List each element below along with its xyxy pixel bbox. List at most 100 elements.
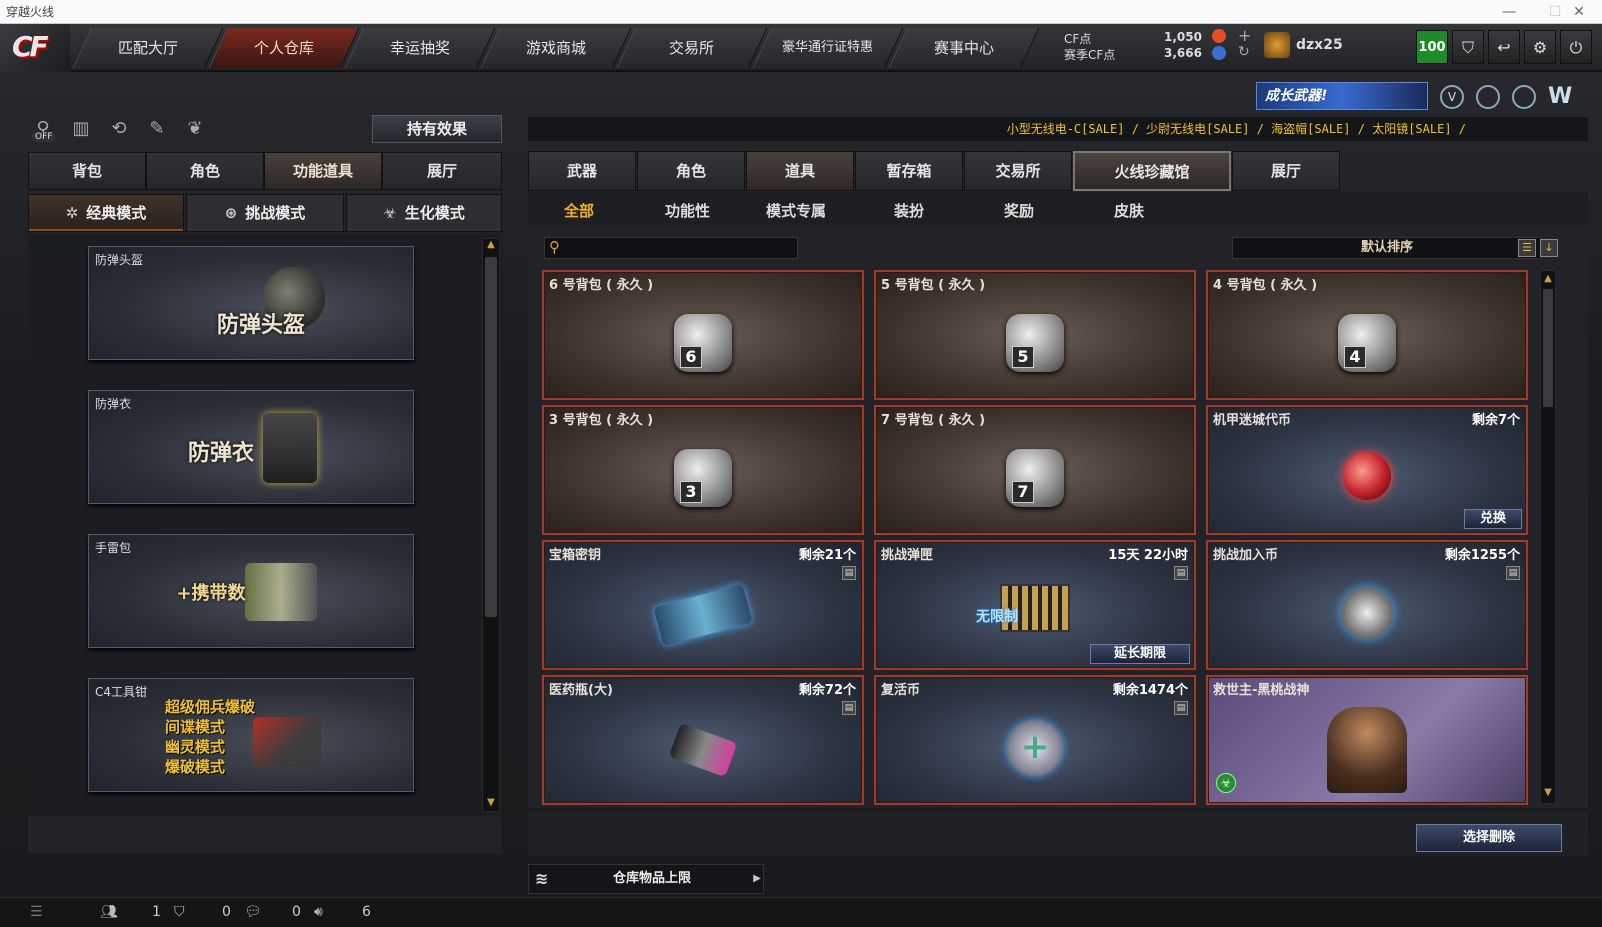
held-effects-button[interactable]: 持有效果 <box>372 115 502 143</box>
trash-icon[interactable]: ▤ <box>1174 701 1188 715</box>
volume-icon[interactable]: 🔊︎ <box>314 904 323 920</box>
c4-mode-line: 间谍模式 <box>165 718 226 736</box>
scroll-down-arrow-icon[interactable]: ▼ <box>484 796 498 810</box>
tab-character[interactable]: 角色 <box>146 152 264 190</box>
starburst-icon[interactable] <box>1512 85 1536 109</box>
ranking-icon[interactable]: ▥ <box>68 116 94 142</box>
storage-capacity-bar[interactable]: ≋ 仓库物品上限 ▶ <box>528 864 764 894</box>
left-scroll-thumb[interactable] <box>485 257 497 617</box>
sort-order-icon[interactable]: ↓ <box>1540 239 1558 257</box>
nav-tab-lucky-draw[interactable]: 幸运抽奖 <box>344 28 496 68</box>
refresh-icon[interactable]: ↻ <box>1238 44 1250 60</box>
nav-tab-battle-pass[interactable]: 豪华通行证特惠 <box>752 28 904 68</box>
trash-icon[interactable]: ▤ <box>842 701 856 715</box>
trash-icon[interactable]: ▤ <box>1174 566 1188 580</box>
item-card-challenge-coin[interactable]: 挑战加入币 剩余1255个 ▤ <box>1206 540 1528 670</box>
return-icon[interactable]: ↩ <box>1488 30 1520 64</box>
subtab-functional[interactable]: 功能性 <box>665 200 710 221</box>
expand-arrow-icon[interactable]: ▶ <box>753 865 761 893</box>
clan-shield-icon[interactable]: ⛉ <box>174 904 185 920</box>
scroll-up-arrow-icon[interactable]: ▲ <box>1541 272 1555 286</box>
friends-icon[interactable]: 👥︎ <box>100 904 118 920</box>
item-card-bag-7[interactable]: 7 号背包 ( 永久 ) 7 <box>874 405 1196 535</box>
tab-trade[interactable]: 交易所 <box>964 151 1072 191</box>
list-view-icon[interactable]: ☰ <box>1518 239 1536 257</box>
item-card-bag-3[interactable]: 3 号背包 ( 永久 ) 3 <box>542 405 864 535</box>
item-card-mech-token[interactable]: 机甲迷城代币 剩余7个 兑换 <box>1206 405 1528 535</box>
mode-biochemical[interactable]: ☣ 生化模式 <box>346 194 502 232</box>
vip-w-icon[interactable]: W <box>1548 85 1576 109</box>
level-badge[interactable]: 100 <box>1416 30 1448 64</box>
spray-icon[interactable]: ✎ <box>144 116 170 142</box>
c4-mode-list: 超级佣兵爆破 间谍模式 幽灵模式 爆破模式 <box>165 697 255 777</box>
close-button[interactable]: ✕ <box>1556 0 1602 24</box>
item-card-vest[interactable]: 防弹衣 防弹衣 <box>88 390 414 504</box>
mode-challenge[interactable]: ⊛ 挑战模式 <box>186 194 344 232</box>
nav-tab-personal-storage[interactable]: 个人仓库 <box>208 28 360 68</box>
subtab-rewards[interactable]: 奖励 <box>1004 200 1034 221</box>
nav-tab-event-center[interactable]: 赛事中心 <box>888 28 1040 68</box>
item-card-chest-key[interactable]: 宝箱密钥 剩余21个 ▤ <box>542 540 864 670</box>
tab-collection-hall[interactable]: 火线珍藏馆 <box>1073 151 1231 191</box>
extend-duration-button[interactable]: 延长期限 <box>1090 644 1190 664</box>
item-card-bag-5[interactable]: 5 号背包 ( 永久 ) 5 <box>874 270 1196 400</box>
select-delete-button[interactable]: 选择删除 <box>1416 824 1562 852</box>
nav-tab-match-lobby[interactable]: 匹配大厅 <box>72 28 224 68</box>
trash-icon[interactable]: ▤ <box>842 566 856 580</box>
scroll-up-arrow-icon[interactable]: ▲ <box>484 238 498 252</box>
mode-classic[interactable]: ✲ 经典模式 <box>28 194 184 232</box>
item-card-helmet[interactable]: 防弹头盔 防弹头盔 <box>88 246 414 360</box>
item-count: 剩余1474个 <box>1112 683 1188 698</box>
off-label: OFF <box>32 132 56 142</box>
tab-functional-items[interactable]: 功能道具 <box>264 152 382 190</box>
nav-tab-game-mall[interactable]: 游戏商城 <box>480 28 632 68</box>
subtab-all[interactable]: 全部 <box>564 200 594 221</box>
left-scrollbar[interactable] <box>482 238 500 812</box>
tab-showroom[interactable]: 展厅 <box>382 152 502 190</box>
sort-dropdown[interactable]: 默认排序 <box>1232 237 1542 259</box>
item-title: 挑战弹匣 <box>881 548 934 563</box>
tab-right-showroom[interactable]: 展厅 <box>1232 151 1340 191</box>
v-badge-icon[interactable]: V <box>1440 85 1464 109</box>
mouse-icon[interactable]: ❦ <box>182 116 208 142</box>
subtab-skins[interactable]: 皮肤 <box>1114 200 1144 221</box>
add-points-icon[interactable]: + <box>1238 26 1251 45</box>
search-input[interactable]: ⚲ <box>544 237 798 259</box>
item-card-revive-coin[interactable]: 复活币 剩余1474个 ▤ + <box>874 675 1196 805</box>
nav-tab-exchange[interactable]: 交易所 <box>616 28 768 68</box>
minimize-button[interactable]: — <box>1486 0 1532 24</box>
redeem-button[interactable]: 兑换 <box>1464 509 1522 529</box>
tab-backpack[interactable]: 背包 <box>28 152 146 190</box>
chat-icon[interactable]: 💬︎ <box>244 904 262 920</box>
trash-icon[interactable]: ▤ <box>1506 566 1520 580</box>
subtab-mode-exclusive[interactable]: 模式专属 <box>766 200 826 221</box>
capacity-label: 仓库物品上限 <box>613 871 692 886</box>
item-card-medkit-large[interactable]: 医药瓶(大) 剩余72个 ▤ <box>542 675 864 805</box>
item-card-savior-spade[interactable]: 救世主-黑桃战神 ☣ <box>1206 675 1528 805</box>
tab-temp-storage[interactable]: 暂存箱 <box>855 151 963 191</box>
growth-weapon-banner[interactable]: 成长武器! <box>1256 82 1428 110</box>
tab-items[interactable]: 道具 <box>746 151 854 191</box>
tab-characters[interactable]: 角色 <box>637 151 745 191</box>
scroll-down-arrow-icon[interactable]: ▼ <box>1541 786 1555 800</box>
item-card-grenade-pack[interactable]: 手雷包 +携带数 <box>88 534 414 648</box>
item-card-bag-4[interactable]: 4 号背包 ( 永久 ) 4 <box>1206 270 1528 400</box>
history-icon[interactable]: ⟲ <box>106 116 132 142</box>
subtab-dress-up[interactable]: 装扮 <box>894 200 924 221</box>
item-card-caption: +携带数 <box>176 583 246 604</box>
right-scrollbar[interactable] <box>1540 270 1556 804</box>
tab-weapons[interactable]: 武器 <box>528 151 636 191</box>
challenge-coin-icon <box>1341 586 1393 639</box>
shield-icon[interactable]: ⛉ <box>1452 30 1484 64</box>
globe-icon[interactable] <box>1476 85 1500 109</box>
gear-icon[interactable]: ⚙ <box>1524 30 1556 64</box>
username[interactable]: dzx25 <box>1296 37 1343 53</box>
menu-list-icon[interactable]: ☰ <box>30 904 43 920</box>
item-card-c4-pliers[interactable]: C4工具钳 超级佣兵爆破 间谍模式 幽灵模式 爆破模式 <box>88 678 414 792</box>
item-card-challenge-magazine[interactable]: 挑战弹匣 15天 22小时 ▤ 无限制 延长期限 <box>874 540 1196 670</box>
item-card-title: 防弹衣 <box>95 397 132 411</box>
item-card-bag-6[interactable]: 6 号背包 ( 永久 ) 6 <box>542 270 864 400</box>
right-scroll-thumb[interactable] <box>1543 289 1553 407</box>
chat-count: 0 <box>292 904 301 920</box>
power-icon[interactable]: ⏻ <box>1560 30 1592 64</box>
